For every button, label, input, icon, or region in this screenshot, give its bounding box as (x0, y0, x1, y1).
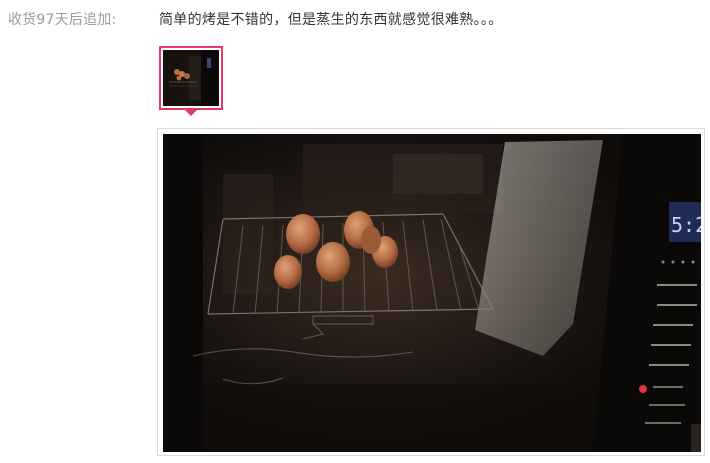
review-append-section: 收货97天后追加: 简单的烤是不错的，但是蒸生的东西就感觉很难熟。。。 5: (0, 0, 710, 463)
oven-photo-picture: 5:22 (163, 134, 701, 452)
append-review-text: 简单的烤是不错的，但是蒸生的东西就感觉很难熟。。。 (159, 12, 503, 28)
review-photo-thumbnail[interactable] (159, 46, 223, 110)
review-photo-large-frame: 5:22 (157, 128, 705, 456)
thumbnail-image (163, 50, 219, 106)
oven-time-display: 5:22 (671, 213, 701, 237)
thumbnail-selected-caret-icon (185, 110, 197, 116)
review-photo-large[interactable]: 5:22 (163, 134, 701, 452)
thumbnail-oven-picture (163, 50, 219, 106)
append-time-label: 收货97天后追加: (8, 12, 117, 28)
